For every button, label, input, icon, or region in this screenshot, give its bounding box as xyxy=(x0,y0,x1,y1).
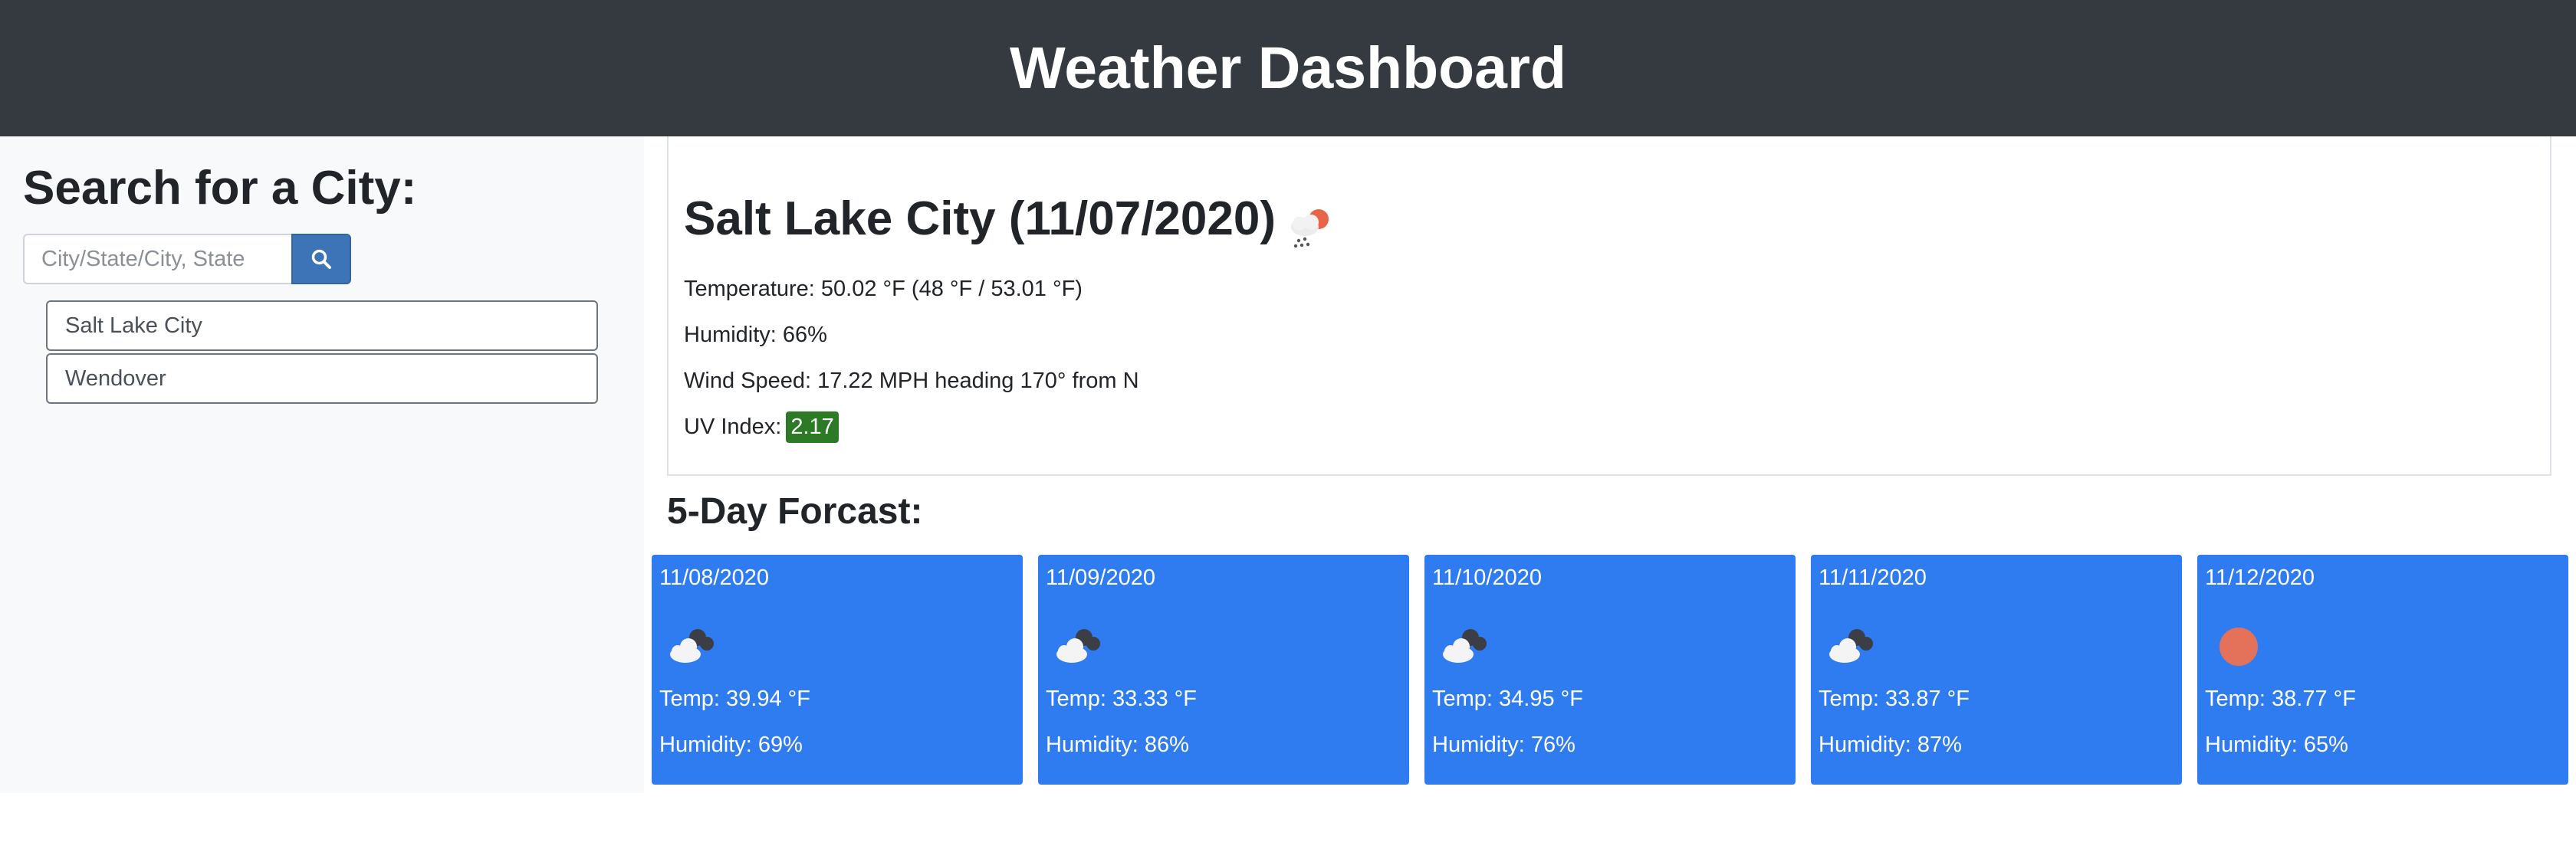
cloudy-icon xyxy=(670,629,714,663)
search-button[interactable] xyxy=(291,234,351,284)
forecast-date: 11/08/2020 xyxy=(659,565,769,590)
forecast-date: 11/09/2020 xyxy=(1046,565,1155,590)
current-temperature: Temperature: 50.02 °F (48 °F / 53.01 °F) xyxy=(684,277,1083,301)
forecast-card: 11/08/2020 Temp: 39.94 °F Humidity: 69% xyxy=(652,555,1023,785)
forecast-card: 11/12/2020 Temp: 38.77 °F Humidity: 65% xyxy=(2197,555,2568,785)
forecast-humidity: Humidity: 69% xyxy=(659,733,803,757)
forecast-temp: Temp: 33.33 °F xyxy=(1046,687,1197,711)
uv-index-badge: 2.17 xyxy=(786,411,839,443)
app-header: Weather Dashboard xyxy=(0,0,2576,136)
forecast-temp: Temp: 38.77 °F xyxy=(2205,687,2356,711)
forecast-temp: Temp: 33.87 °F xyxy=(1819,687,1970,711)
forecast-temp: Temp: 39.94 °F xyxy=(659,687,810,711)
history-item-salt-lake-city[interactable]: Salt Lake City xyxy=(46,300,598,351)
search-sidebar: Search for a City: Salt Lake City Wendov… xyxy=(0,136,644,793)
cloud-snow-sun-icon xyxy=(1291,209,1329,248)
forecast-card: 11/10/2020 Temp: 34.95 °F Humidity: 76% xyxy=(1424,555,1796,785)
cloudy-icon xyxy=(1829,629,1873,663)
sun-icon xyxy=(2220,628,2258,666)
forecast-card: 11/09/2020 Temp: 33.33 °F Humidity: 86% xyxy=(1038,555,1409,785)
current-uv-index: UV Index: 2.17 xyxy=(684,411,839,443)
forecast-humidity: Humidity: 65% xyxy=(2205,733,2348,757)
search-history-list: Salt Lake City Wendover xyxy=(46,300,598,406)
current-humidity: Humidity: 66% xyxy=(684,323,827,347)
search-icon xyxy=(311,249,331,269)
forecast-card: 11/11/2020 Temp: 33.87 °F Humidity: 87% xyxy=(1811,555,2182,785)
current-wind-speed: Wind Speed: 17.22 MPH heading 170° from … xyxy=(684,369,1139,393)
history-item-label: Wendover xyxy=(65,365,166,391)
city-search-input[interactable] xyxy=(23,234,291,284)
search-heading: Search for a City: xyxy=(23,162,417,215)
cloudy-icon xyxy=(1056,629,1100,663)
forecast-humidity: Humidity: 86% xyxy=(1046,733,1189,757)
current-weather-card: Salt Lake City (11/07/2020) Temperature:… xyxy=(667,136,2551,476)
page-title: Weather Dashboard xyxy=(1010,34,1566,101)
forecast-humidity: Humidity: 76% xyxy=(1432,733,1576,757)
forecast-date: 11/11/2020 xyxy=(1819,565,1927,590)
forecast-humidity: Humidity: 87% xyxy=(1819,733,1962,757)
uv-index-label: UV Index: xyxy=(684,415,782,439)
forecast-date: 11/10/2020 xyxy=(1432,565,1542,590)
forecast-heading: 5-Day Forcast: xyxy=(667,491,923,532)
history-item-wendover[interactable]: Wendover xyxy=(46,353,598,404)
history-item-label: Salt Lake City xyxy=(65,313,202,338)
forecast-date: 11/12/2020 xyxy=(2205,565,2315,590)
cloudy-icon xyxy=(1443,629,1487,663)
current-city-title: Salt Lake City (11/07/2020) xyxy=(684,192,1276,245)
forecast-temp: Temp: 34.95 °F xyxy=(1432,687,1583,711)
